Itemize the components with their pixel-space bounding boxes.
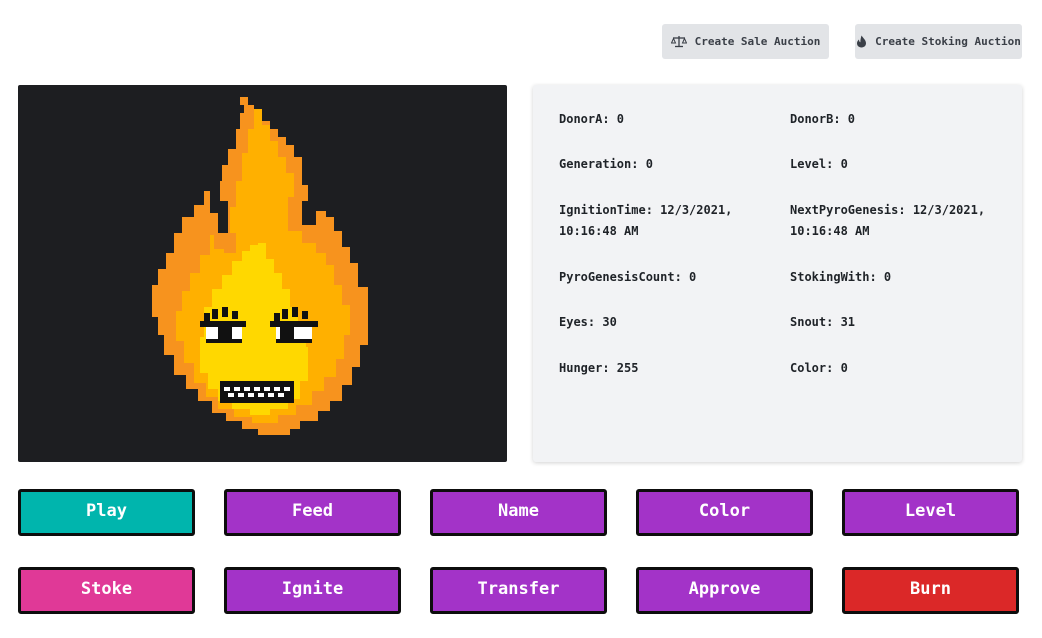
next-pyrogenesis-clock: 10:16:48 AM — [790, 224, 870, 238]
scale-icon — [670, 35, 687, 48]
name-button[interactable]: Name — [430, 489, 607, 536]
eyes: Eyes: 30 — [559, 315, 617, 329]
level-button[interactable]: Level — [842, 489, 1019, 536]
next-pyrogenesis-date: NextPyroGenesis: 12/3/2021, — [790, 203, 986, 217]
generation: Generation: 0 — [559, 157, 653, 171]
flame-character-image — [18, 85, 507, 462]
burn-button[interactable]: Burn — [842, 567, 1019, 614]
hunger: Hunger: 255 — [559, 361, 639, 375]
create-stoking-auction-button[interactable]: Create Stoking Auction — [855, 24, 1022, 59]
stoking-with: StokingWith: 0 — [790, 270, 892, 284]
color: Color: 0 — [790, 361, 848, 375]
donor-a: DonorA: 0 — [559, 112, 625, 126]
create-stoking-auction-label: Create Stoking Auction — [875, 35, 1021, 48]
approve-button[interactable]: Approve — [636, 567, 813, 614]
ignite-button[interactable]: Ignite — [224, 567, 401, 614]
donor-b: DonorB: 0 — [790, 112, 856, 126]
next-pyrogenesis: NextPyroGenesis: 12/3/2021, 10:16:48 AM — [790, 200, 1010, 242]
pyrogenesis-count: PyroGenesisCount: 0 — [559, 270, 697, 284]
create-sale-auction-button[interactable]: Create Sale Auction — [662, 24, 829, 59]
stoke-button[interactable]: Stoke — [18, 567, 195, 614]
flame-icon — [856, 35, 867, 48]
level: Level: 0 — [790, 157, 848, 171]
mouth — [220, 381, 294, 403]
ignition-time-clock: 10:16:48 AM — [559, 224, 639, 238]
color-button[interactable]: Color — [636, 489, 813, 536]
snout: Snout: 31 — [790, 315, 856, 329]
feed-button[interactable]: Feed — [224, 489, 401, 536]
ignition-time: IgnitionTime: 12/3/2021, 10:16:48 AM — [559, 200, 769, 242]
ignition-time-date: IgnitionTime: 12/3/2021, — [559, 203, 733, 217]
transfer-button[interactable]: Transfer — [430, 567, 607, 614]
play-button[interactable]: Play — [18, 489, 195, 536]
create-sale-auction-label: Create Sale Auction — [694, 35, 821, 48]
stats-panel: DonorA: 0 DonorB: 0 Generation: 0 Level:… — [533, 85, 1022, 462]
